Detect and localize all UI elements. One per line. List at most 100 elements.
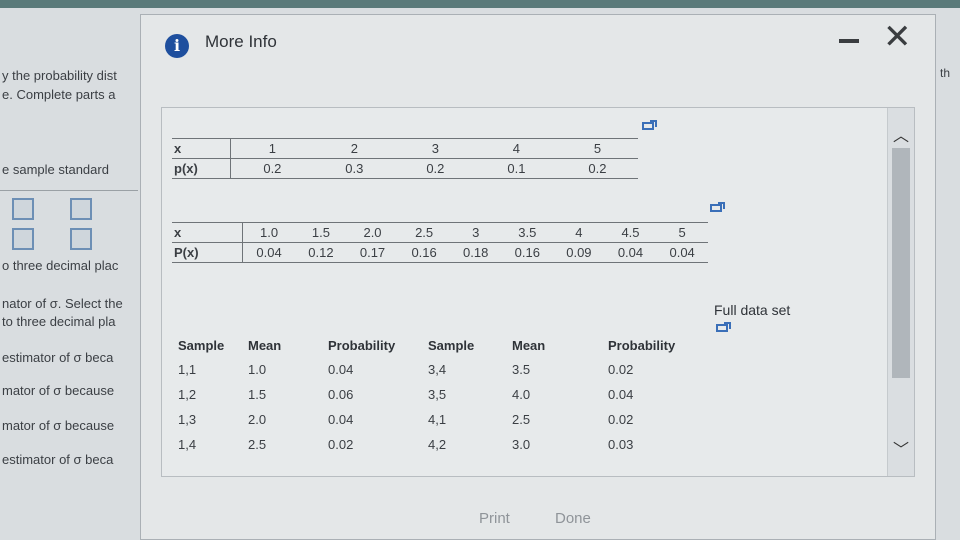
table-cell: 2.5 [248, 437, 267, 452]
more-info-dialog: i More Info ✕ x 1 2 3 4 5 p(x) 0.2 0.3 0… [140, 14, 936, 540]
dialog-title: More Info [205, 32, 277, 51]
x-header: x [172, 138, 231, 159]
sample-means-table: Sample Mean Probability Sample Mean Prob… [178, 336, 708, 457]
chevron-up-icon[interactable]: ︿ [893, 122, 909, 146]
popout-icon[interactable] [710, 202, 725, 212]
column-header: Sample [178, 338, 225, 353]
divider [0, 190, 138, 191]
table-cell: 0.02 [608, 362, 634, 377]
table-cell: 3.0 [512, 437, 531, 452]
bg-text-line: mator of σ because [2, 383, 115, 398]
print-button[interactable]: Print [473, 509, 516, 528]
table-cell: 2.0 [346, 222, 399, 243]
table-row: 1,3 2.0 0.04 4,1 2.5 0.02 [178, 407, 708, 432]
table-cell: 0.03 [608, 437, 634, 452]
table-cell: 3 [449, 222, 502, 243]
table-cell: 4,2 [428, 437, 447, 452]
table-cell: 0.2 [556, 158, 638, 179]
table-cell: 5 [556, 138, 638, 159]
table-cell: 2.5 [512, 412, 531, 427]
table-cell: 0.16 [398, 242, 450, 263]
info-icon: i [165, 34, 189, 58]
sampling-distribution-table: x 1.0 1.5 2.0 2.5 3 3.5 4 4.5 5 P(x) 0.0… [172, 222, 708, 263]
answer-box[interactable] [12, 228, 34, 250]
table-cell: 4 [553, 222, 605, 243]
bg-text-line: to three decimal pla [2, 314, 116, 329]
table-cell: 3.5 [501, 222, 554, 243]
distribution-table: x 1 2 3 4 5 p(x) 0.2 0.3 0.2 0.1 0.2 [172, 138, 638, 179]
table-cell: 4.0 [512, 387, 531, 402]
answer-box[interactable] [70, 228, 92, 250]
answer-box[interactable] [70, 198, 92, 220]
table-cell: 0.04 [608, 387, 634, 402]
table-cell: 4,1 [428, 412, 447, 427]
bg-text-line: o three decimal plac [2, 258, 119, 273]
close-icon[interactable]: ✕ [883, 17, 912, 57]
bg-text-line: y the probability dist [2, 68, 117, 83]
column-header: Mean [248, 338, 282, 353]
table-cell: 2.5 [398, 222, 450, 243]
table-cell: 3,5 [428, 387, 447, 402]
table-cell: 0.3 [313, 158, 395, 179]
bg-right-text: th [940, 66, 951, 80]
column-header: Probability [328, 338, 396, 353]
table-cell: 2 [313, 138, 395, 159]
vertical-scrollbar[interactable]: ︿ ﹀ [887, 108, 914, 476]
dialog-header: i More Info ✕ [141, 15, 935, 69]
answer-box[interactable] [12, 198, 34, 220]
table-cell: 0.04 [242, 242, 296, 263]
table-cell: 0.17 [346, 242, 399, 263]
table-cell: 1.5 [248, 387, 267, 402]
scroll-thumb[interactable] [892, 148, 910, 378]
table-cell: 0.2 [230, 158, 314, 179]
table-cell: 0.04 [656, 242, 708, 263]
column-header: Probability [608, 338, 676, 353]
table-cell: 2.0 [248, 412, 267, 427]
full-data-popout-icon[interactable] [716, 322, 731, 332]
chevron-down-icon[interactable]: ﹀ [893, 436, 909, 460]
table-cell: 1,3 [178, 412, 197, 427]
table-cell: 0.1 [475, 158, 557, 179]
column-header: Mean [512, 338, 546, 353]
table-cell: 0.12 [295, 242, 347, 263]
table-cell: 3,4 [428, 362, 447, 377]
table-cell: 1.0 [242, 222, 296, 243]
table-cell: 0.06 [328, 387, 354, 402]
table-cell: 0.09 [553, 242, 605, 263]
table-cell: 0.16 [501, 242, 554, 263]
p-header: p(x) [172, 158, 231, 179]
p-header: P(x) [172, 242, 243, 263]
top-bar [0, 0, 960, 8]
table-row: 1,4 2.5 0.02 4,2 3.0 0.03 [178, 432, 708, 457]
table-row: 1,2 1.5 0.06 3,5 4.0 0.04 [178, 382, 708, 407]
table-cell: 1,1 [178, 362, 197, 377]
done-button[interactable]: Done [549, 509, 597, 528]
bg-text-line: estimator of σ beca [2, 452, 114, 467]
table-cell: 0.04 [604, 242, 657, 263]
table-cell: 0.18 [449, 242, 502, 263]
table-cell: 3.5 [512, 362, 531, 377]
full-data-set-label: Full data set [714, 302, 791, 318]
table-cell: 5 [656, 222, 708, 243]
table-cell: 0.02 [328, 437, 354, 452]
popout-icon[interactable] [642, 120, 657, 130]
bg-text-line: e. Complete parts a [2, 87, 116, 102]
table-cell: 1,4 [178, 437, 197, 452]
table-cell: 0.02 [608, 412, 634, 427]
bg-text-line: estimator of σ beca [2, 350, 114, 365]
bg-text-line: nator of σ. Select the [2, 296, 123, 311]
table-cell: 4 [475, 138, 557, 159]
table-row: 1,1 1.0 0.04 3,4 3.5 0.02 [178, 357, 708, 382]
bg-text-line: mator of σ because [2, 418, 115, 433]
column-header: Sample [428, 338, 475, 353]
table-cell: 1.0 [248, 362, 267, 377]
table-cell: 0.04 [328, 412, 354, 427]
table-cell: 0.2 [394, 158, 476, 179]
table-cell: 1.5 [295, 222, 347, 243]
bg-text-line: e sample standard [2, 162, 109, 177]
x-header: x [172, 222, 243, 243]
table-cell: 4.5 [604, 222, 657, 243]
dialog-content: x 1 2 3 4 5 p(x) 0.2 0.3 0.2 0.1 0.2 x 1… [161, 107, 915, 477]
minimize-icon[interactable] [839, 39, 859, 43]
table-cell: 0.04 [328, 362, 354, 377]
